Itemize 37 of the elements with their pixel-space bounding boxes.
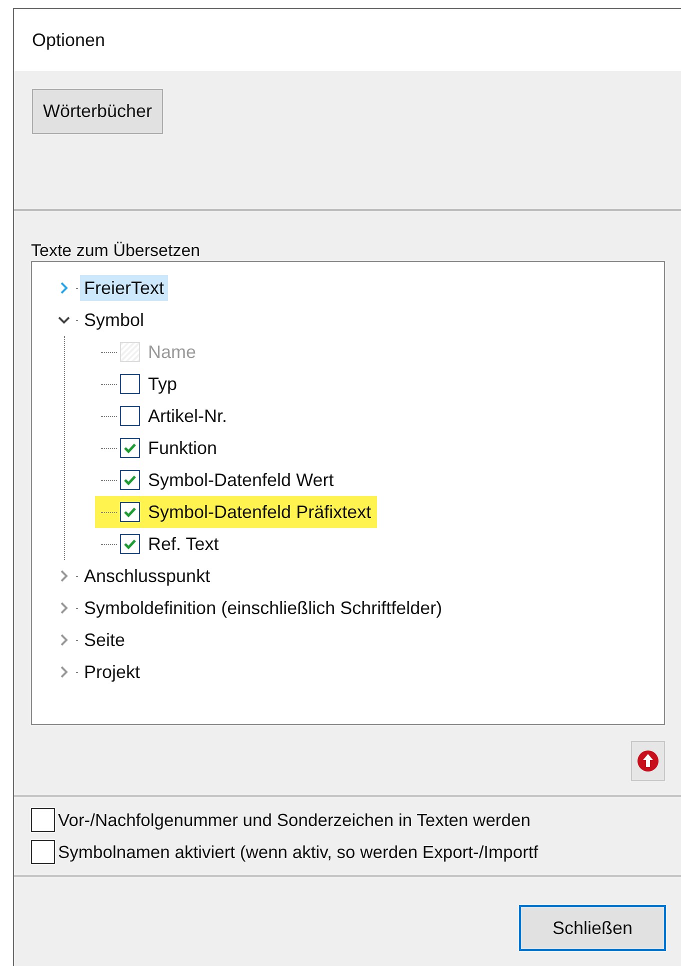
checkbox[interactable]	[31, 808, 55, 832]
expand-chevron-icon[interactable]	[58, 666, 70, 678]
check-icon	[123, 442, 137, 454]
tree-item[interactable]: Ref. Text	[148, 534, 219, 554]
tree-item[interactable]: Funktion	[148, 438, 218, 458]
tree-item[interactable]: Typ	[148, 374, 178, 394]
checkbox[interactable]	[120, 406, 140, 426]
move-up-button[interactable]	[631, 741, 665, 781]
check-icon	[123, 506, 137, 518]
check-icon	[123, 474, 137, 486]
checkbox[interactable]	[120, 534, 140, 554]
check-icon	[123, 538, 137, 550]
checkbox[interactable]	[31, 840, 55, 864]
group-label: Texte zum Übersetzen	[31, 241, 200, 261]
tree-item[interactable]: Projekt	[80, 659, 144, 685]
tree-item[interactable]: Symboldefinition (einschließlich Schriftfelder)	[80, 595, 446, 621]
expand-chevron-icon[interactable]	[58, 634, 70, 646]
tree-item[interactable]: FreierText	[80, 275, 168, 301]
tree-item[interactable]: Symbol-Datenfeld Präfixtext	[148, 502, 372, 522]
expand-chevron-icon[interactable]	[58, 282, 70, 294]
close-button[interactable]: Schließen	[519, 905, 666, 951]
expand-chevron-icon[interactable]	[58, 570, 70, 582]
checkbox[interactable]	[120, 502, 140, 522]
tree-item[interactable]: Seite	[80, 627, 130, 653]
collapse-chevron-icon[interactable]	[58, 314, 70, 326]
tree-item[interactable]: Anschlusspunkt	[80, 563, 214, 589]
checkbox-label: Symbolnamen aktiviert (wenn aktiv, so werden Export-/Importf	[58, 842, 538, 862]
expand-chevron-icon[interactable]	[58, 602, 70, 614]
dictionaries-button[interactable]: Wörterbücher	[32, 89, 164, 134]
tree-item[interactable]: Artikel-Nr.	[148, 406, 228, 426]
window-title: Optionen	[32, 30, 106, 50]
checkbox[interactable]	[120, 374, 140, 394]
checkbox-label: Vor-/Nachfolgenummer und Sonderzeichen in Texten werden	[58, 810, 530, 830]
tree-item[interactable]: Symbol-Datenfeld Wert	[148, 470, 334, 490]
checkbox[interactable]	[120, 438, 140, 458]
tree-item[interactable]: Symbol	[80, 307, 148, 333]
checkbox[interactable]	[120, 470, 140, 490]
